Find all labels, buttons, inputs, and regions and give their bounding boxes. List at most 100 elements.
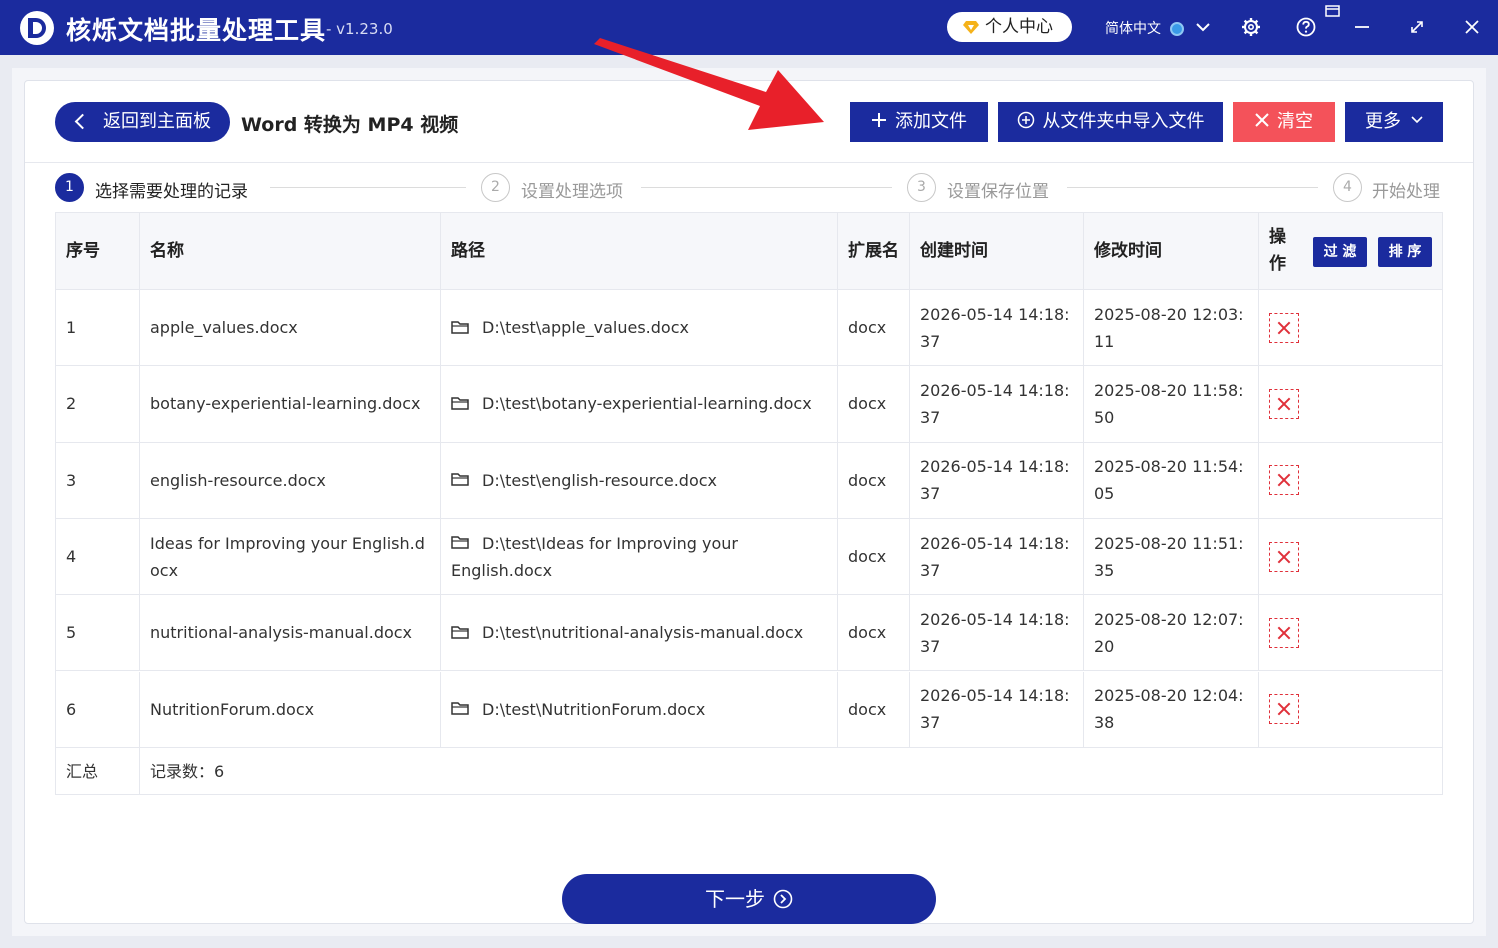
help-icon[interactable] (1295, 16, 1317, 38)
cell-action (1259, 519, 1442, 594)
cell-name-text: english-resource.docx (150, 470, 326, 490)
arrow-right-circle-icon (773, 889, 793, 908)
delete-row-icon[interactable] (1269, 388, 1299, 419)
step-1-number: 1 (55, 173, 84, 202)
summary-row: 汇总 记录数：6 (56, 748, 1442, 795)
folder-icon[interactable] (451, 396, 470, 410)
cell-created-text: 2026-05-14 14:18:37 (920, 380, 1070, 427)
cell-created-text: 2026-05-14 14:18:37 (920, 609, 1070, 656)
delete-row-icon[interactable] (1269, 541, 1299, 572)
col-header-ext: 扩展名 (838, 213, 910, 289)
cell-ext-text: docx (848, 623, 887, 643)
table-header-row: 序号 名称 路径 扩展名 创建时间 修改时间 操作 过 滤 排 序 (56, 213, 1442, 290)
delete-row-icon[interactable] (1269, 694, 1299, 725)
folder-icon[interactable] (451, 535, 470, 549)
table-row[interactable]: 2 botany-experiential-learning.docx D:\tes… (56, 366, 1442, 443)
step-connector (270, 187, 466, 188)
cell-modified: 2025-08-20 11:54:05 (1084, 442, 1259, 518)
cell-index-text: 4 (66, 547, 77, 567)
cell-action (1259, 290, 1442, 365)
cell-name: botany-experiential-learning.docx (140, 366, 441, 442)
step-3-number: 3 (907, 173, 936, 202)
cell-modified-text: 2025-08-20 11:58:50 (1094, 380, 1244, 427)
table-row[interactable]: 4 Ideas for Improving your English.docx D:… (56, 518, 1442, 596)
folder-icon[interactable] (451, 472, 470, 486)
cell-path: D:\test\botany-experiential-learning.doc… (441, 366, 838, 442)
cell-created: 2026-05-14 14:18:37 (910, 366, 1084, 442)
import-folder-label: 从文件夹中导入文件 (1042, 111, 1205, 132)
cell-modified: 2025-08-20 12:03:11 (1084, 290, 1259, 366)
delete-row-icon[interactable] (1269, 617, 1299, 648)
cell-created-text: 2026-05-14 14:18:37 (920, 533, 1070, 580)
back-to-main-button[interactable]: 返回到主面板 (55, 102, 230, 142)
filter-button[interactable]: 过 滤 (1313, 237, 1367, 267)
add-file-button[interactable]: 添加文件 (850, 102, 988, 142)
cell-created: 2026-05-14 14:18:37 (910, 671, 1084, 747)
next-step-button[interactable]: 下一步 (562, 874, 936, 924)
cell-name-text: NutritionForum.docx (150, 699, 315, 719)
cell-created-text: 2026-05-14 14:18:37 (920, 686, 1070, 733)
maximize-icon[interactable] (1406, 16, 1428, 38)
user-center-button[interactable]: 个人中心 (947, 12, 1072, 42)
cell-path: D:\test\nutritional-analysis-manual.docx (441, 595, 838, 671)
cell-created: 2026-05-14 14:18:37 (910, 442, 1084, 518)
gear-icon[interactable] (1240, 16, 1262, 38)
cell-name-text: Ideas for Improving your English.docx (150, 533, 425, 580)
cell-path: D:\test\Ideas for Improving your English… (441, 518, 838, 595)
delete-row-icon[interactable] (1269, 312, 1299, 343)
cell-path-text: D:\test\english-resource.docx (482, 470, 717, 490)
cell-ext-text: docx (848, 699, 887, 719)
cell-modified-text: 2025-08-20 11:51:35 (1094, 533, 1244, 580)
import-folder-button[interactable]: 从文件夹中导入文件 (998, 102, 1223, 142)
folder-icon[interactable] (451, 625, 470, 639)
step-2-label: 设置处理选项 (521, 182, 623, 202)
vip-diamond-icon (963, 21, 979, 34)
cell-path-text: D:\test\apple_values.docx (482, 318, 689, 338)
next-step-label: 下一步 (705, 887, 765, 911)
cell-action (1259, 443, 1442, 518)
cell-name: apple_values.docx (140, 290, 441, 366)
cell-ext-text: docx (848, 470, 887, 490)
cell-ext: docx (838, 442, 910, 518)
plus-circle-icon (1017, 111, 1034, 129)
close-icon[interactable] (1461, 16, 1483, 38)
cell-name-text: apple_values.docx (150, 318, 298, 338)
cell-action (1259, 595, 1442, 670)
more-button[interactable]: 更多 (1345, 102, 1443, 142)
chevron-down-icon[interactable] (1192, 16, 1214, 38)
folder-icon[interactable] (451, 320, 470, 334)
cell-ext: docx (838, 290, 910, 366)
cell-created-text: 2026-05-14 14:18:37 (920, 304, 1070, 351)
clear-button[interactable]: 清空 (1233, 102, 1335, 142)
cell-index-text: 5 (66, 623, 77, 643)
file-table: 序号 名称 路径 扩展名 创建时间 修改时间 操作 过 滤 排 序 1 apple… (55, 212, 1443, 795)
back-to-main-label: 返回到主面板 (103, 111, 211, 132)
table-row[interactable]: 3 english-resource.docx D:\test\english-re… (56, 442, 1442, 519)
folder-icon[interactable] (451, 701, 470, 715)
cell-name-text: botany-experiential-learning.docx (150, 394, 421, 414)
table-row[interactable]: 6 NutritionForum.docx D:\test\NutritionFor… (56, 671, 1442, 748)
col-header-modified: 修改时间 (1084, 213, 1259, 289)
minimize-icon[interactable] (1351, 16, 1373, 38)
app-logo-icon (20, 11, 54, 45)
table-row[interactable]: 1 apple_values.docx D:\test\apple_values.d… (56, 290, 1442, 367)
x-icon (1255, 113, 1269, 127)
cell-index: 1 (56, 290, 140, 366)
add-file-label: 添加文件 (895, 111, 967, 132)
record-count: 记录数：6 (150, 762, 225, 781)
cell-modified: 2025-08-20 11:51:35 (1084, 518, 1259, 595)
cell-ext-text: docx (848, 394, 887, 414)
cell-modified-text: 2025-08-20 12:07:20 (1094, 609, 1244, 656)
step-4-number: 4 (1333, 173, 1362, 202)
annotation-arrow-icon (594, 38, 824, 130)
delete-row-icon[interactable] (1269, 465, 1299, 496)
cell-path-text: D:\test\nutritional-analysis-manual.docx (482, 623, 804, 643)
cell-ext: docx (838, 518, 910, 595)
cell-modified-text: 2025-08-20 12:04:38 (1094, 686, 1244, 733)
cell-index-text: 6 (66, 699, 77, 719)
sort-button[interactable]: 排 序 (1378, 237, 1432, 267)
pin-window-icon[interactable] (1324, 4, 1342, 20)
table-row[interactable]: 5 nutritional-analysis-manual.docx D:\test… (56, 595, 1442, 672)
language-selector[interactable]: 简体中文 (1105, 18, 1161, 38)
cell-name: nutritional-analysis-manual.docx (140, 595, 441, 671)
